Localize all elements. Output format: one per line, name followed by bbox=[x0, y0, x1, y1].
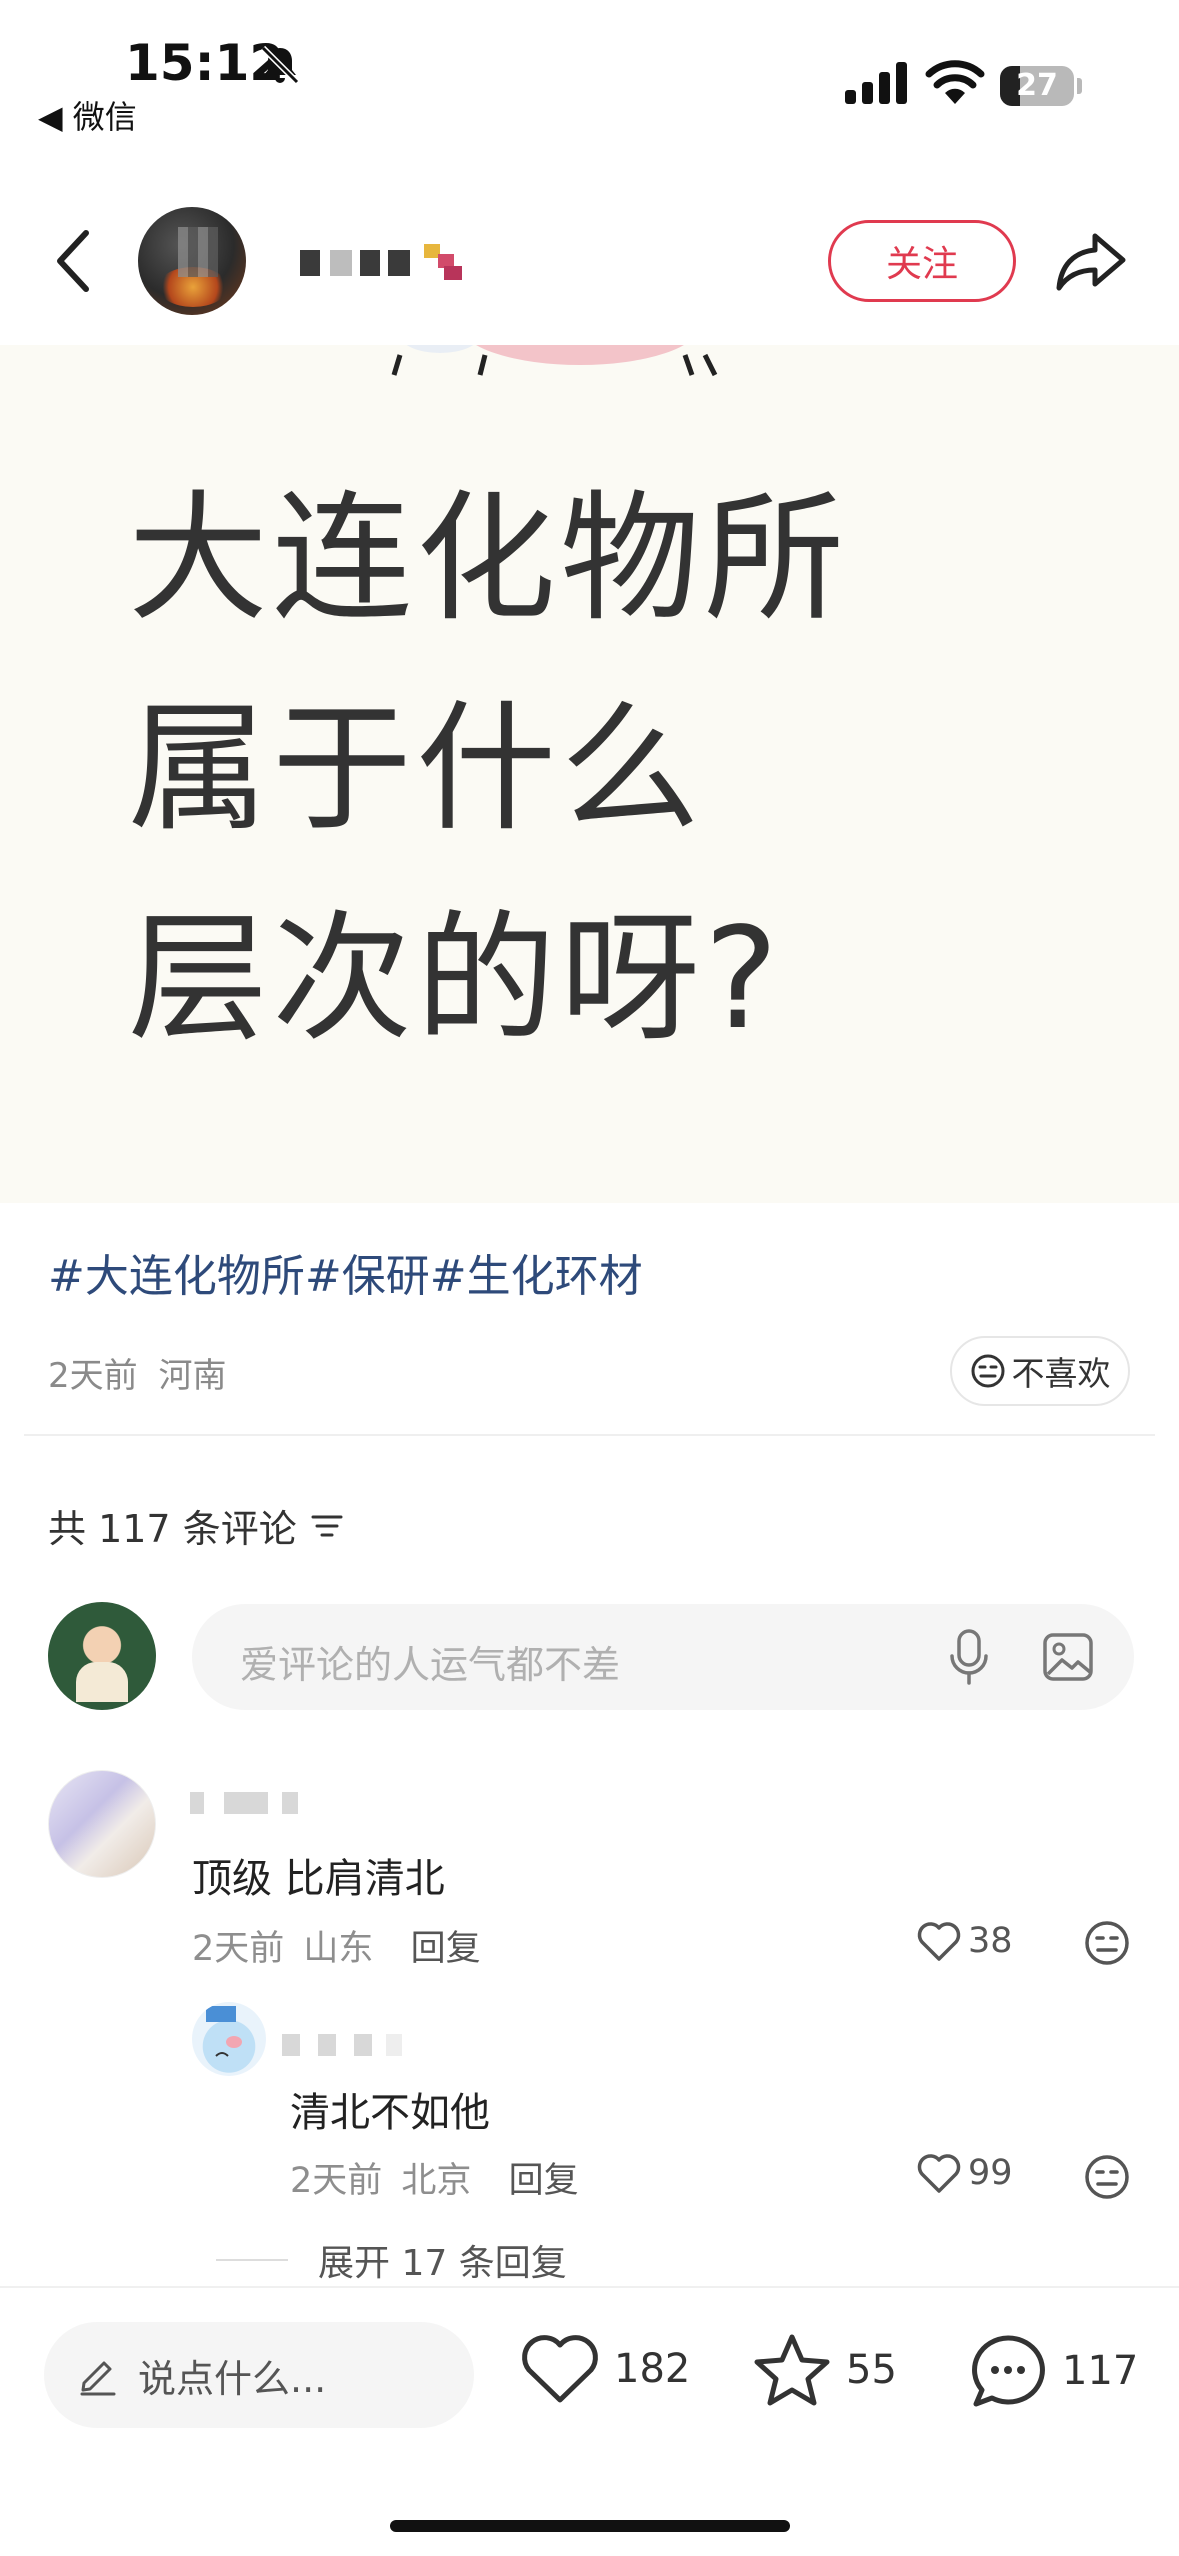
comment-location: 北京 bbox=[401, 2161, 472, 2201]
bottom-action-bar: 说点什么... 182 55 117 bbox=[0, 2286, 1179, 2556]
like-count: 182 bbox=[614, 2346, 691, 2392]
heart-icon bbox=[917, 2154, 961, 2193]
commenter-avatar[interactable] bbox=[192, 2002, 266, 2076]
name-emoji-icon bbox=[424, 244, 462, 280]
comment-like-button[interactable]: 38 bbox=[916, 1920, 1013, 1962]
dislike-face-icon[interactable] bbox=[1084, 1920, 1130, 1966]
expand-divider-line bbox=[216, 2259, 288, 2261]
say-something-input[interactable]: 说点什么... bbox=[44, 2322, 474, 2428]
post-location: 河南 bbox=[158, 1356, 227, 1396]
comment-time: 2天前 bbox=[192, 1929, 285, 1969]
image-text-line: 大连化物所 bbox=[128, 478, 849, 641]
mic-icon[interactable] bbox=[946, 1628, 992, 1686]
redaction-block bbox=[282, 1792, 298, 1814]
comment-text: 清北不如他 bbox=[290, 2090, 490, 2136]
say-something-placeholder: 说点什么... bbox=[138, 2356, 327, 2401]
author-avatar[interactable] bbox=[138, 207, 246, 315]
share-icon[interactable] bbox=[1055, 230, 1127, 292]
comment-input-placeholder: 爱评论的人运气都不差 bbox=[240, 1643, 621, 1687]
post-meta: 2天前 河南 bbox=[48, 1348, 226, 1397]
expand-replies-button[interactable]: 展开 17 条回复 bbox=[216, 2234, 567, 2286]
heart-icon bbox=[917, 1922, 961, 1961]
comment-location: 山东 bbox=[303, 1929, 374, 1969]
signal-icon bbox=[845, 62, 907, 104]
comment-like-count: 99 bbox=[968, 2153, 1013, 2193]
home-indicator[interactable] bbox=[390, 2520, 790, 2532]
comment-input[interactable]: 爱评论的人运气都不差 bbox=[192, 1604, 1134, 1710]
redaction-block bbox=[330, 250, 352, 276]
star-icon bbox=[754, 2334, 830, 2406]
image-text-line: 层次的呀? bbox=[128, 898, 783, 1061]
post-tags[interactable]: #大连化物所#保研#生化环材 bbox=[48, 1240, 643, 1304]
comment-like-button[interactable]: 99 bbox=[916, 2152, 1013, 2194]
follow-button[interactable]: 关注 bbox=[828, 220, 1016, 302]
pencil-icon bbox=[80, 2361, 116, 2396]
redaction-block bbox=[190, 1792, 204, 1814]
chat-bubble-icon bbox=[972, 2335, 1045, 2407]
comment-like-count: 38 bbox=[968, 1921, 1013, 1961]
avatar-figure bbox=[76, 1662, 128, 1702]
commenter-name-redacted[interactable] bbox=[282, 2034, 422, 2058]
commenter-avatar[interactable] bbox=[48, 1770, 156, 1878]
comment-count-sort[interactable]: 共 117 条评论 bbox=[48, 1498, 343, 1553]
comment-button[interactable]: 117 bbox=[968, 2332, 1138, 2410]
redaction-block bbox=[300, 250, 320, 276]
comment-count-label: 共 117 条评论 bbox=[48, 1507, 297, 1551]
collect-count: 55 bbox=[846, 2347, 897, 2393]
image-text-line: 属于什么 bbox=[128, 688, 705, 851]
collect-button[interactable]: 55 bbox=[752, 2332, 897, 2408]
post-header: 关注 bbox=[0, 195, 1179, 325]
dislike-face-icon[interactable] bbox=[1084, 2154, 1130, 2200]
back-chevron-icon[interactable] bbox=[50, 225, 96, 297]
comment-text: 顶级 比肩清北 bbox=[192, 1856, 445, 1902]
dislike-face-icon bbox=[971, 1354, 1004, 1388]
dislike-label: 不喜欢 bbox=[1011, 1354, 1111, 1393]
redaction-block bbox=[360, 250, 380, 276]
like-button[interactable]: 182 bbox=[520, 2332, 690, 2406]
comment-meta: 2天前 山东 回复 bbox=[192, 1920, 481, 1971]
redaction-block bbox=[318, 2034, 336, 2056]
avatar-mosaic bbox=[178, 227, 218, 277]
back-to-app-link[interactable]: ◀ 微信 bbox=[38, 92, 137, 138]
my-avatar[interactable] bbox=[48, 1602, 156, 1710]
comment-total-count: 117 bbox=[1062, 2348, 1139, 2394]
sort-icon bbox=[311, 1515, 343, 1536]
reply-button[interactable]: 回复 bbox=[411, 1929, 481, 1969]
post-time: 2天前 bbox=[48, 1356, 138, 1396]
reply-button[interactable]: 回复 bbox=[509, 2161, 579, 2201]
comment-time: 2天前 bbox=[290, 2161, 383, 2201]
image-decoration bbox=[391, 345, 718, 377]
dislike-button[interactable]: 不喜欢 bbox=[950, 1336, 1130, 1406]
wifi-icon bbox=[925, 60, 985, 104]
battery-tip bbox=[1077, 78, 1082, 94]
author-name-redacted[interactable] bbox=[300, 240, 470, 284]
status-bar: 15:12 ◀ 微信 27 bbox=[0, 0, 1179, 140]
redaction-block bbox=[388, 250, 410, 276]
expand-replies-label: 展开 17 条回复 bbox=[318, 2243, 567, 2284]
comment-meta: 2天前 北京 回复 bbox=[290, 2152, 579, 2203]
bell-slash-icon bbox=[260, 45, 300, 85]
battery-icon: 27 bbox=[1000, 66, 1074, 106]
post-image[interactable]: 大连化物所 属于什么 层次的呀? bbox=[0, 345, 1179, 1203]
redaction-block bbox=[354, 2034, 372, 2056]
redaction-block bbox=[386, 2034, 402, 2056]
image-text: 大连化物所 属于什么 层次的呀? bbox=[128, 455, 848, 1085]
divider bbox=[24, 1434, 1155, 1436]
battery-level-text: 27 bbox=[1016, 68, 1058, 103]
avatar-cartoon-icon bbox=[206, 2006, 242, 2057]
redaction-block bbox=[224, 1792, 268, 1814]
redaction-block bbox=[282, 2034, 300, 2056]
heart-icon bbox=[522, 2335, 598, 2403]
image-icon[interactable] bbox=[1042, 1632, 1094, 1682]
commenter-name-redacted[interactable] bbox=[190, 1792, 320, 1816]
